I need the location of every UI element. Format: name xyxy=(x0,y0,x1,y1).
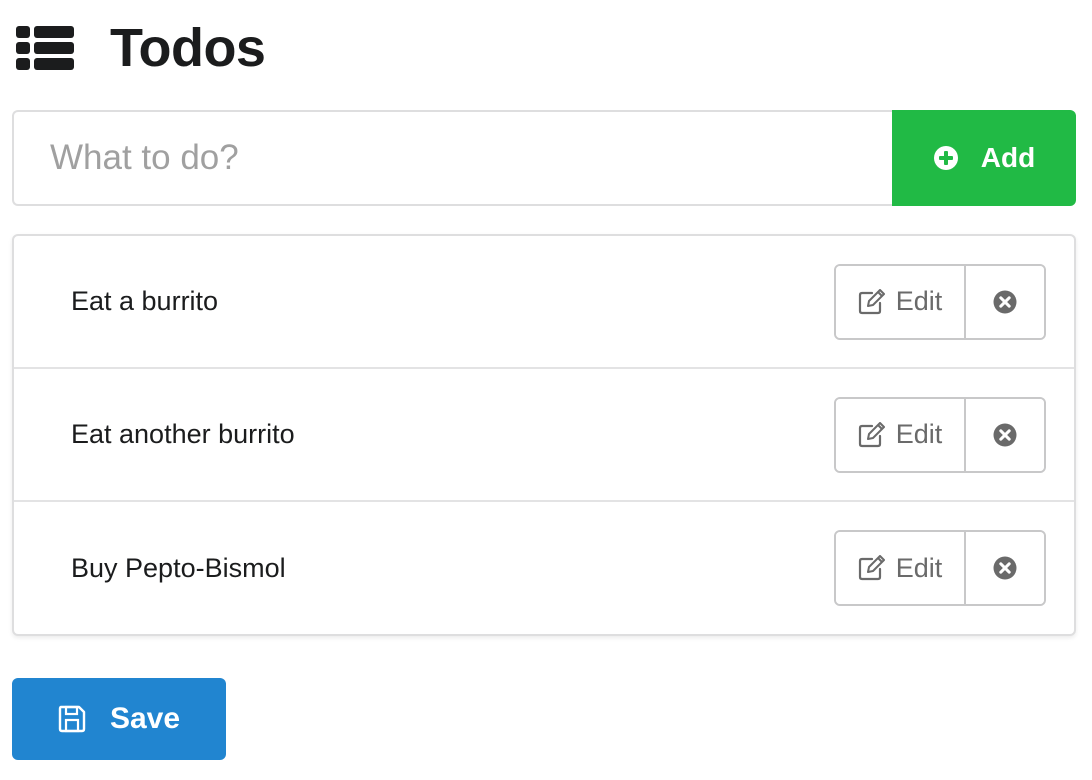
list-icon xyxy=(16,26,74,70)
edit-button-label: Edit xyxy=(895,552,943,583)
delete-button[interactable] xyxy=(966,398,1044,471)
close-circle-icon xyxy=(993,290,1017,313)
add-button-label: Add xyxy=(980,142,1036,173)
delete-button[interactable] xyxy=(966,265,1044,338)
edit-icon xyxy=(858,421,885,447)
todo-actions: Edit xyxy=(834,263,1046,340)
todo-text: Eat a burrito xyxy=(71,286,219,316)
delete-button[interactable] xyxy=(966,532,1044,604)
page-header: Todos xyxy=(16,18,266,78)
add-button[interactable]: Add xyxy=(892,110,1076,206)
todo-item: Buy Pepto-Bismol Edit xyxy=(14,502,1074,634)
save-button[interactable]: Save xyxy=(12,678,226,760)
todo-actions: Edit xyxy=(834,396,1046,473)
todo-input[interactable] xyxy=(12,110,892,206)
todo-list: Eat a burrito Edit Eat another burrito E… xyxy=(12,234,1076,636)
todo-text: Buy Pepto-Bismol xyxy=(71,552,286,583)
edit-icon xyxy=(858,288,885,314)
close-circle-icon xyxy=(993,556,1017,580)
plus-circle-icon xyxy=(933,146,958,170)
edit-button-label: Edit xyxy=(895,286,943,316)
floppy-disk-icon xyxy=(58,705,86,733)
todo-item: Eat a burrito Edit xyxy=(14,236,1074,369)
edit-button[interactable]: Edit xyxy=(836,265,966,338)
save-button-label: Save xyxy=(109,702,181,735)
edit-icon xyxy=(858,555,885,581)
add-todo-form: Add xyxy=(12,110,1076,206)
edit-button[interactable]: Edit xyxy=(836,532,966,604)
page-title: Todos xyxy=(110,18,266,78)
close-circle-icon xyxy=(993,423,1017,446)
edit-button-label: Edit xyxy=(895,419,943,449)
todo-actions: Edit xyxy=(834,530,1046,606)
edit-button[interactable]: Edit xyxy=(836,398,966,471)
todo-text: Eat another burrito xyxy=(71,419,295,449)
todo-item: Eat another burrito Edit xyxy=(14,369,1074,502)
